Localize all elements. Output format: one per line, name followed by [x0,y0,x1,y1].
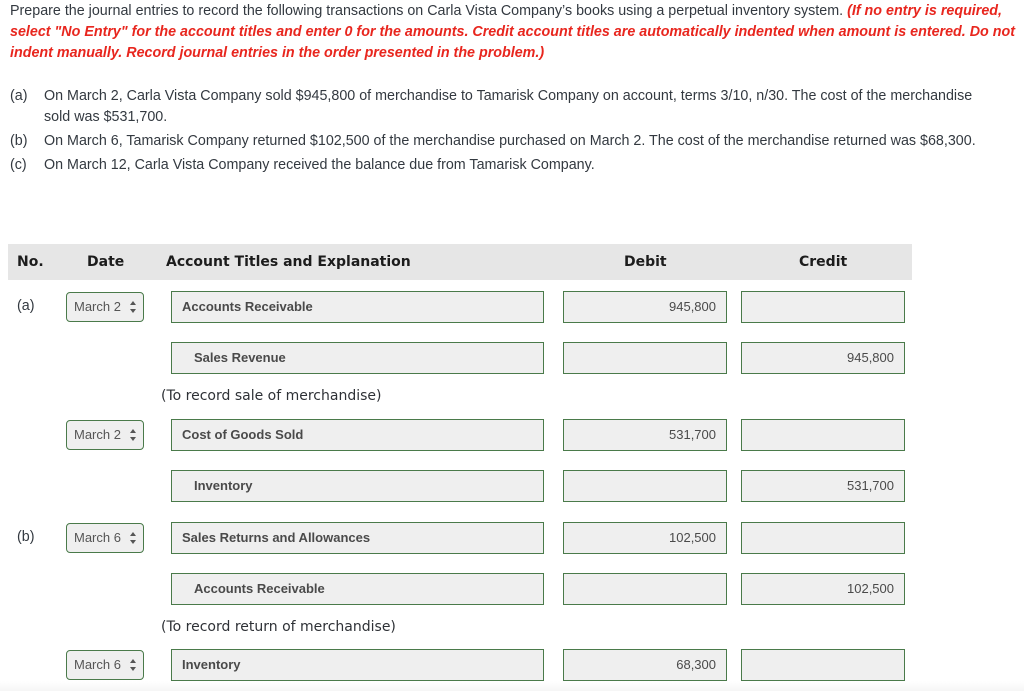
debit-input[interactable] [563,573,727,605]
account-title-input[interactable]: Cost of Goods Sold [171,419,544,451]
entry-label: (b) [17,529,35,545]
journal-table-header: No. Date Account Titles and Explanation … [8,244,912,280]
entry-explanation: (To record return of merchandise) [161,619,396,635]
problem-text: On March 2, Carla Vista Company sold $94… [44,88,973,125]
header-debit: Debit [624,254,667,270]
instructions: Prepare the journal entries to record th… [10,1,1015,64]
account-title-input[interactable]: Sales Revenue [171,342,544,374]
problem-item-a: (a) On March 2, Carla Vista Company sold… [10,86,1000,128]
debit-input[interactable]: 102,500 [563,522,727,554]
entry-explanation: (To record sale of merchandise) [161,388,382,404]
problem-item-b: (b) On March 6, Tamarisk Company returne… [10,131,1000,152]
header-date: Date [87,254,125,270]
debit-input[interactable]: 531,700 [563,419,727,451]
credit-input[interactable]: 102,500 [741,573,905,605]
credit-input[interactable] [741,522,905,554]
problem-text: On March 12, Carla Vista Company receive… [44,157,595,173]
header-account: Account Titles and Explanation [166,254,411,270]
select-arrows-icon [130,301,137,313]
credit-input[interactable]: 945,800 [741,342,905,374]
debit-input[interactable] [563,470,727,502]
credit-input[interactable] [741,649,905,681]
header-no: No. [17,254,44,270]
header-credit: Credit [799,254,848,270]
account-title-input[interactable]: Inventory [171,470,544,502]
select-arrows-icon [130,659,137,671]
account-title-input[interactable]: Accounts Receivable [171,573,544,605]
date-value: March 6 [74,530,121,545]
entry-label: (a) [17,298,35,314]
date-select[interactable]: March 2 [66,420,144,450]
problem-label: (c) [10,157,27,173]
date-value: March 2 [74,299,121,314]
date-value: March 6 [74,657,121,672]
date-select[interactable]: March 6 [66,650,144,680]
bottom-fade [0,681,1024,691]
credit-input[interactable] [741,419,905,451]
debit-input[interactable] [563,342,727,374]
problem-text: On March 6, Tamarisk Company returned $1… [44,133,976,149]
date-select[interactable]: March 6 [66,523,144,553]
debit-input[interactable]: 68,300 [563,649,727,681]
credit-input[interactable] [741,291,905,323]
problem-list: (a) On March 2, Carla Vista Company sold… [10,86,1000,179]
problem-item-c: (c) On March 12, Carla Vista Company rec… [10,155,1000,176]
account-title-input[interactable]: Accounts Receivable [171,291,544,323]
problem-label: (b) [10,133,28,149]
select-arrows-icon [130,429,137,441]
problem-label: (a) [10,88,28,104]
account-title-input[interactable]: Sales Returns and Allowances [171,522,544,554]
credit-input[interactable]: 531,700 [741,470,905,502]
account-title-input[interactable]: Inventory [171,649,544,681]
date-select[interactable]: March 2 [66,292,144,322]
instructions-main: Prepare the journal entries to record th… [10,3,844,19]
debit-input[interactable]: 945,800 [563,291,727,323]
date-value: March 2 [74,427,121,442]
select-arrows-icon [130,532,137,544]
